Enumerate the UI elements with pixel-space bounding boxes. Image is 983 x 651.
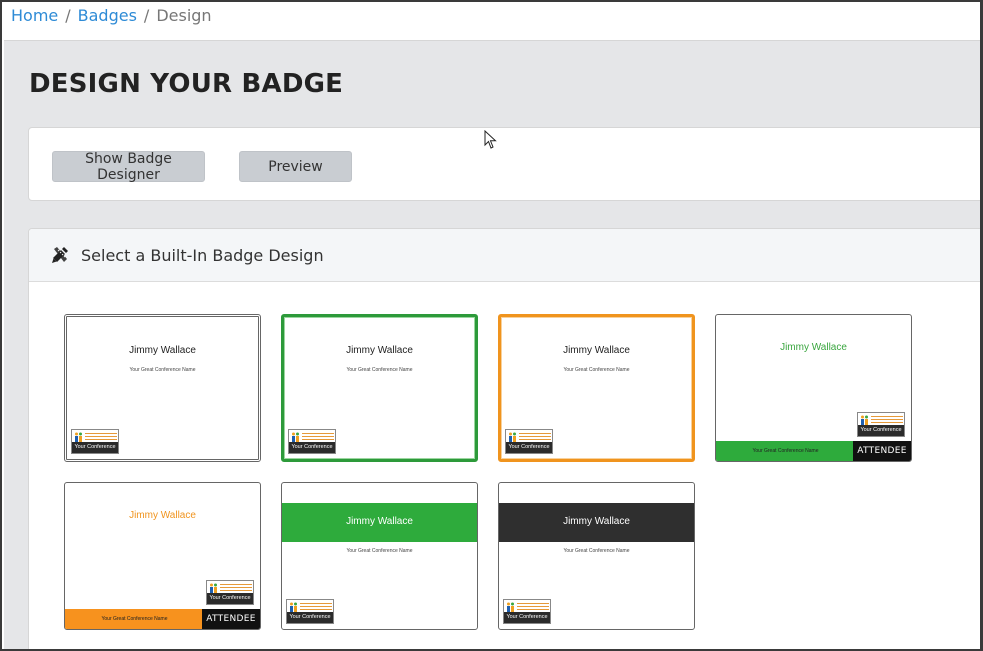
badge-design-orange-footer[interactable]: Jimmy Wallace Your Conference Your Great… xyxy=(64,482,261,630)
badge-name: Jimmy Wallace xyxy=(780,342,847,353)
logo-caption: Your Conference xyxy=(287,612,333,623)
attendee-label: ATTENDEE xyxy=(853,441,911,461)
badge-conference: Your Great Conference Name xyxy=(346,548,413,554)
page-title: DESIGN YOUR BADGE xyxy=(29,69,344,99)
breadcrumb-separator: / xyxy=(143,6,150,25)
conference-logo: Your Conference xyxy=(206,580,254,605)
breadcrumb-separator: / xyxy=(65,6,71,25)
badge-name: Jimmy Wallace xyxy=(346,516,413,527)
breadcrumb-badges-link[interactable]: Badges xyxy=(78,6,137,25)
badge-footer: Your Great Conference Name ATTENDEE xyxy=(716,441,911,461)
panel-header: Select a Built-In Badge Design xyxy=(29,229,980,282)
badge-conference: Your Great Conference Name xyxy=(129,367,196,373)
toolbar-card: Show Badge Designer Preview xyxy=(28,127,980,201)
mouse-cursor-icon xyxy=(484,130,497,149)
badge-conference: Your Great Conference Name xyxy=(716,441,855,461)
badge-design-green-border[interactable]: Jimmy Wallace Your Great Conference Name… xyxy=(281,314,478,462)
badge-conference: Your Great Conference Name xyxy=(65,609,204,629)
badge-name: Jimmy Wallace xyxy=(129,345,196,356)
badge-name: Jimmy Wallace xyxy=(346,345,413,356)
attendee-label: ATTENDEE xyxy=(202,609,260,629)
badge-design-orange-border[interactable]: Jimmy Wallace Your Great Conference Name… xyxy=(498,314,695,462)
logo-fine-print xyxy=(519,433,551,441)
conference-logo: Your Conference xyxy=(503,599,551,624)
logo-caption: Your Conference xyxy=(506,442,552,453)
logo-fine-print xyxy=(85,433,117,441)
logo-caption: Your Conference xyxy=(504,612,550,623)
breadcrumb-current: Design xyxy=(156,6,212,25)
app-frame: Home / Badges / Design DESIGN YOUR BADGE Sho… xyxy=(0,0,983,651)
conference-logo: Your Conference xyxy=(288,429,336,454)
badge-design-green-footer[interactable]: Jimmy Wallace Your Conference Your Great… xyxy=(715,314,912,462)
badge-design-green-header[interactable]: Jimmy Wallace Your Great Conference Name… xyxy=(281,482,478,630)
conference-logo: Your Conference xyxy=(505,429,553,454)
logo-caption: Your Conference xyxy=(207,593,253,604)
breadcrumb-home-link[interactable]: Home xyxy=(11,6,58,25)
conference-logo: Your Conference xyxy=(71,429,119,454)
logo-fine-print xyxy=(300,603,332,611)
pencil-ruler-icon xyxy=(52,247,68,263)
logo-fine-print xyxy=(302,433,334,441)
logo-fine-print xyxy=(871,416,903,424)
show-badge-designer-button[interactable]: Show Badge Designer xyxy=(52,151,205,183)
badge-conference: Your Great Conference Name xyxy=(563,548,630,554)
breadcrumb: Home / Badges / Design xyxy=(11,6,212,25)
badge-conference: Your Great Conference Name xyxy=(563,367,630,373)
badge-name: Jimmy Wallace xyxy=(129,510,196,521)
built-in-designs-panel: Select a Built-In Badge Design Jimmy Wal… xyxy=(28,228,980,649)
logo-caption: Your Conference xyxy=(289,442,335,453)
badge-name: Jimmy Wallace xyxy=(563,516,630,527)
conference-logo: Your Conference xyxy=(857,412,905,437)
badge-name: Jimmy Wallace xyxy=(563,345,630,356)
logo-fine-print xyxy=(220,584,252,592)
logo-caption: Your Conference xyxy=(72,442,118,453)
panel-title: Select a Built-In Badge Design xyxy=(81,246,324,265)
conference-logo: Your Conference xyxy=(286,599,334,624)
badge-conference: Your Great Conference Name xyxy=(346,367,413,373)
badge-design-classic[interactable]: Jimmy Wallace Your Great Conference Name… xyxy=(64,314,261,462)
logo-fine-print xyxy=(517,603,549,611)
logo-caption: Your Conference xyxy=(858,425,904,436)
badge-footer: Your Great Conference Name ATTENDEE xyxy=(65,609,260,629)
badge-design-dark-header[interactable]: Jimmy Wallace Your Great Conference Name… xyxy=(498,482,695,630)
preview-button[interactable]: Preview xyxy=(239,151,352,182)
